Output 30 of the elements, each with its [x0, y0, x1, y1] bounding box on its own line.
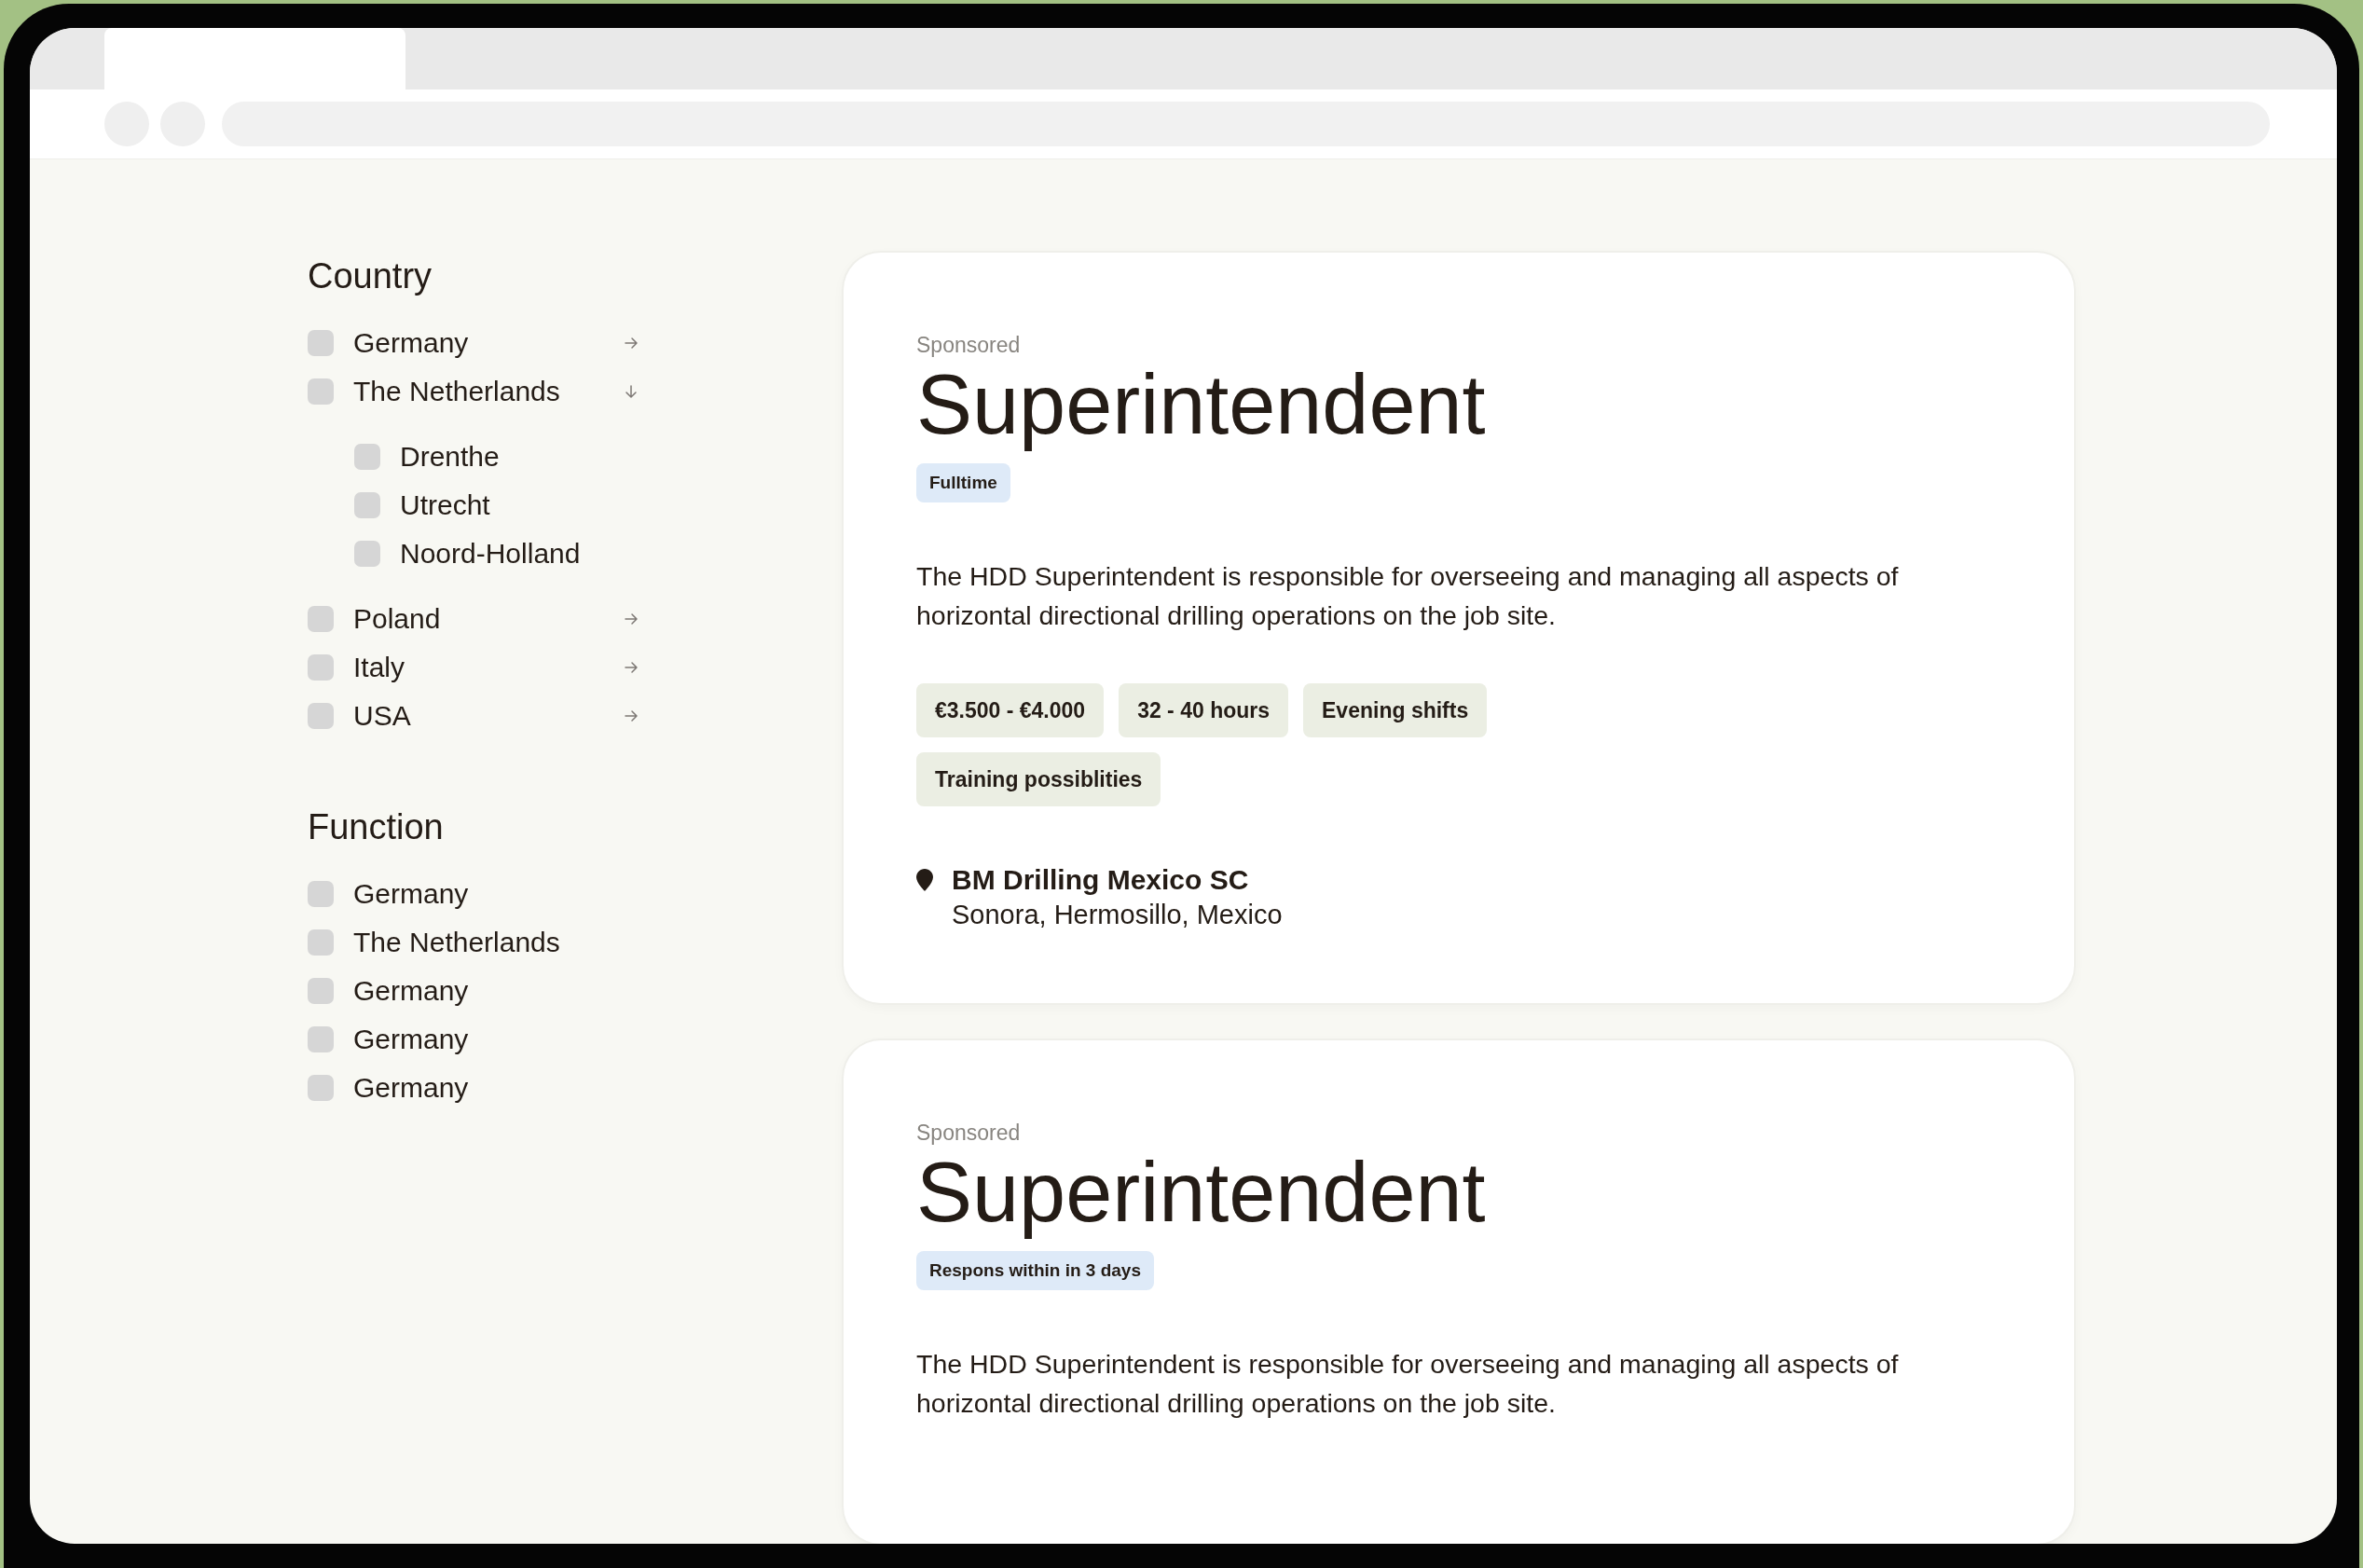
filter-option-label: Italy	[353, 652, 406, 684]
sponsored-label: Sponsored	[916, 333, 1022, 359]
filter-option-label: Poland	[353, 603, 442, 636]
filter-option-label: Germany	[353, 878, 470, 911]
filter-option-label: Utrecht	[400, 489, 491, 522]
job-title: Superintendent	[916, 358, 1487, 453]
filter-option-label: Noord-Holland	[400, 538, 582, 571]
job-tag: Evening shifts	[1303, 683, 1488, 738]
filter-option-label: The Netherlands	[353, 927, 561, 959]
filter-option-label: The Netherlands	[353, 376, 561, 408]
filter-option-label: USA	[353, 700, 412, 733]
filter-option-label: Germany	[353, 1024, 470, 1056]
job-badge: Respons within in 3 days	[916, 1251, 1154, 1290]
job-description: The HDD Superintendent is responsible for overseeing and managing all aspects of horizontal directional drilling operations on the job site.	[916, 1348, 1900, 1420]
filter-option-label: Drenthe	[400, 441, 501, 474]
filter-heading: Function	[308, 807, 445, 848]
filter-option-label: Germany	[353, 327, 470, 360]
job-tag: €3.500 - €4.000	[916, 683, 1105, 738]
job-badge: Fulltime	[916, 463, 1010, 503]
job-title: Superintendent	[916, 1146, 1487, 1240]
job-description: The HDD Superintendent is responsible for overseeing and managing all aspects of horizontal directional drilling operations on the job site.	[916, 560, 1900, 633]
sponsored-label: Sponsored	[916, 1121, 1022, 1147]
job-card[interactable]: Sponsored Superintendent Respons within in 3 days The HDD Superintendent is responsible for overseeing and managing all aspects of horizontal directional drilling operations on the job site.	[844, 1040, 2074, 1544]
company-name: BM Drilling Mexico SC	[952, 864, 1250, 897]
job-location: Sonora, Hermosillo, Mexico	[952, 900, 1284, 931]
filter-heading: Country	[308, 256, 433, 297]
filter-option-label: Germany	[353, 975, 470, 1008]
job-tag: 32 - 40 hours	[1119, 683, 1289, 738]
job-tag: Training possiblities	[916, 752, 1161, 807]
filter-option-label: Germany	[353, 1072, 470, 1105]
